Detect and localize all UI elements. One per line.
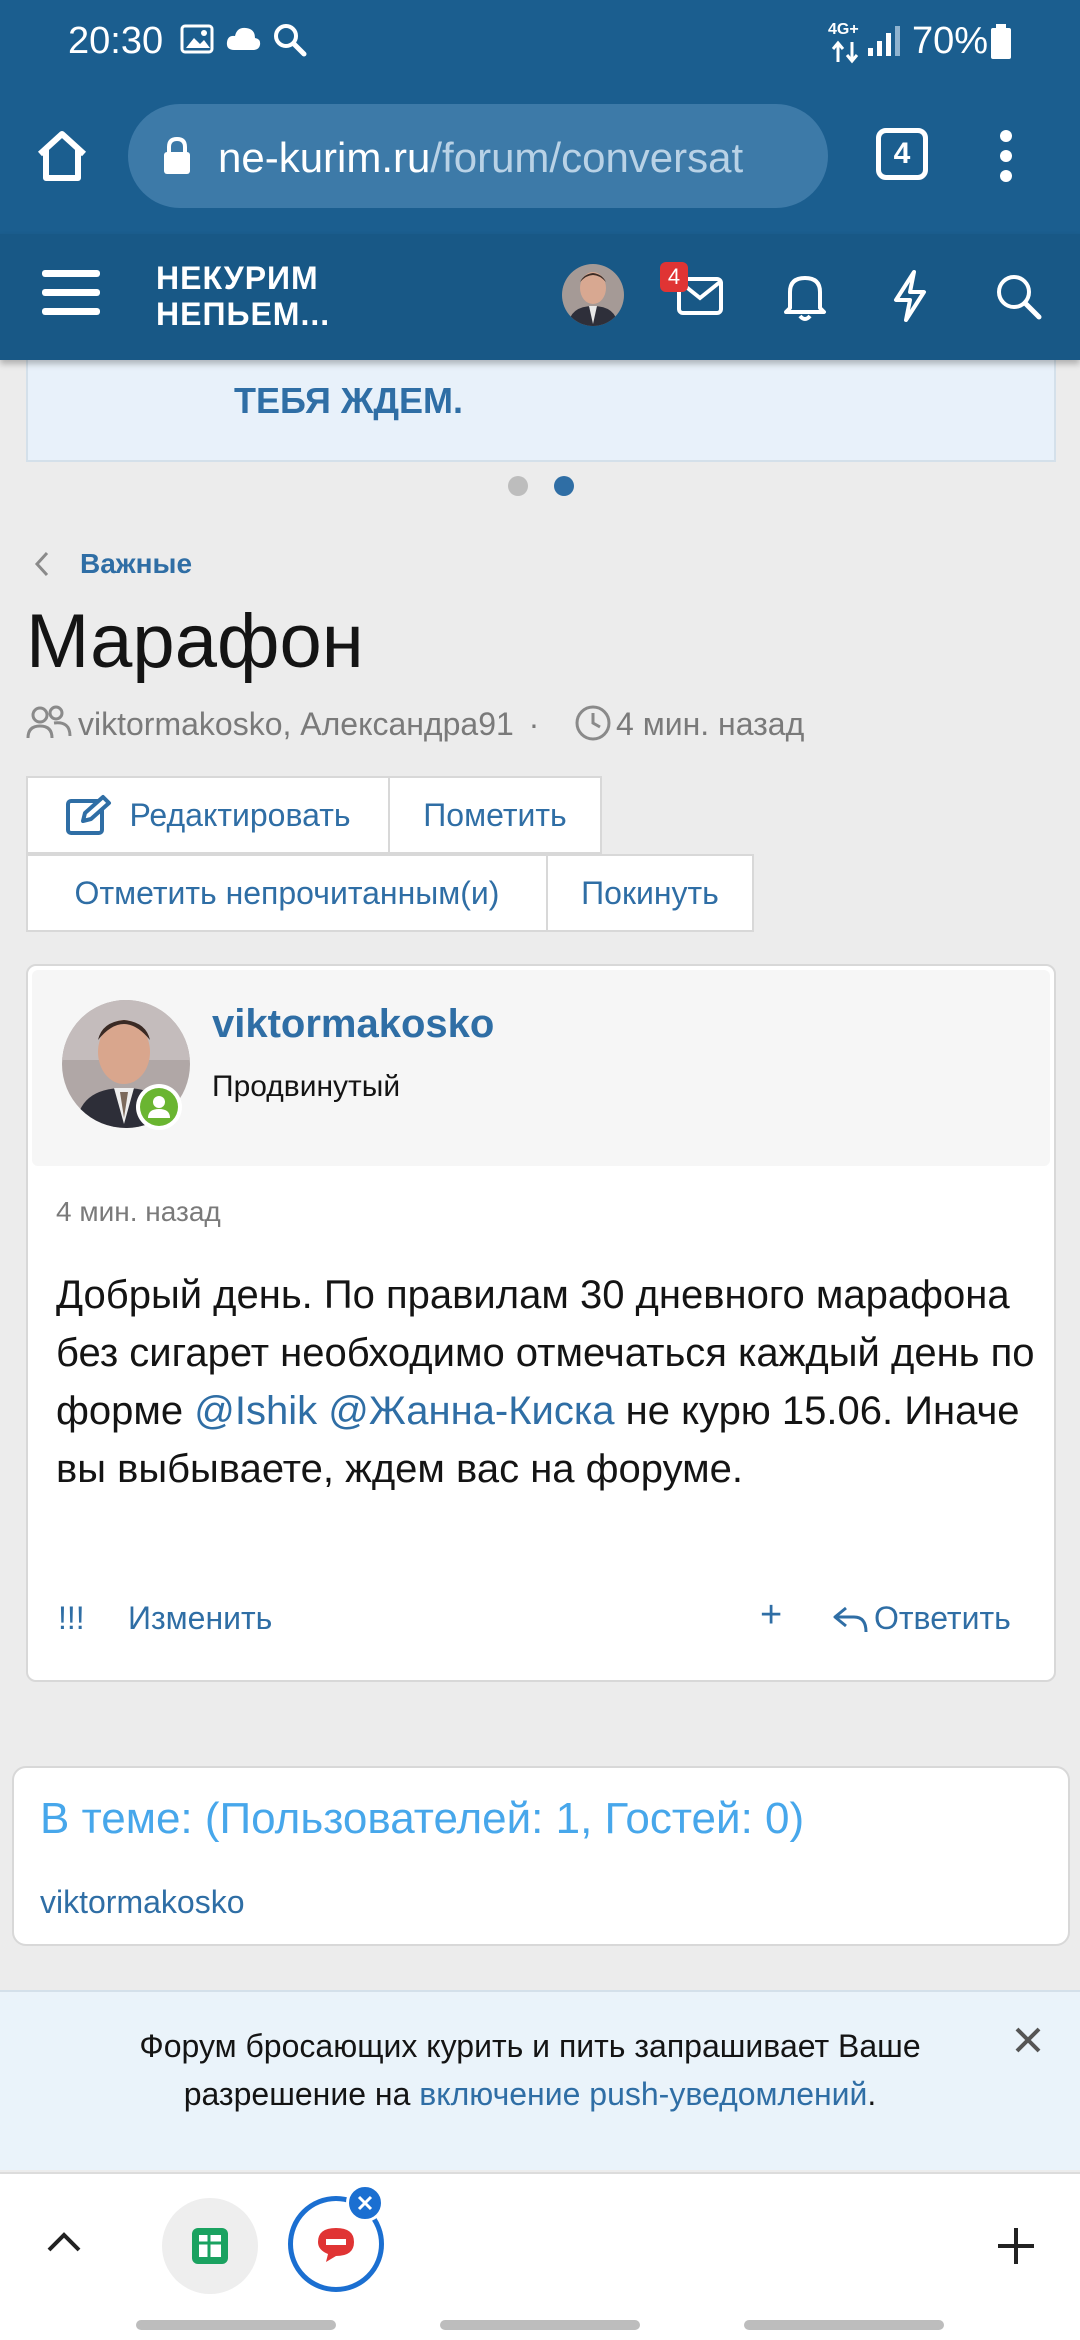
mention-zhanna[interactable]: @Жанна-Киска [328,1389,614,1433]
edit-label: Редактировать [129,796,351,833]
cloud-icon [224,22,262,56]
push-notice-text: Форум бросающих курить и пить запрашивае… [60,2022,1000,2118]
tab-sheets[interactable] [162,2198,258,2294]
author-name[interactable]: viktormakosko [212,1002,494,1047]
in-thread-user[interactable]: viktormakosko [40,1884,245,1921]
users-in-thread: В теме: (Пользователей: 1, Гостей: 0) vi… [12,1766,1070,1946]
more-options-icon[interactable] [996,128,1016,184]
reply-icon [832,1604,868,1634]
page-title: Марафон [26,599,364,684]
multiquote-button[interactable]: + [760,1594,782,1637]
push-notice: Форум бросающих курить и пить запрашивае… [0,1990,1080,2170]
edit-icon [65,794,113,836]
post-time[interactable]: 4 мин. назад [56,1196,221,1228]
new-tab-icon[interactable] [996,2226,1036,2266]
reply-button[interactable]: Ответить [832,1600,1011,1637]
carousel-dot-2[interactable] [554,476,574,496]
mark-unread-label: Отметить непрочитанным(и) [74,874,500,911]
post-message: Добрый день. По правилам 30 дневного мар… [56,1266,1046,1498]
message-post: viktormakosko Продвинутый 4 мин. назад Д… [26,964,1056,1682]
gesture-bar-left [136,2320,336,2330]
status-bar: 20:30 4G+ 70% [0,0,1080,84]
user-avatar[interactable] [562,264,624,326]
bell-icon[interactable] [782,270,828,322]
mark-label: Пометить [423,796,567,833]
data-arrows-icon [830,40,860,64]
logo-line2: НЕПЬЕМ... [156,296,331,332]
tab-count: 4 [893,137,911,170]
battery-icon [990,24,1012,60]
status-time: 20:30 [68,20,164,62]
url-domain: ne-kurim.ru [218,134,431,181]
menu-icon[interactable] [42,268,100,318]
mention-ishik[interactable]: @Ishik [194,1389,317,1433]
url-path: /forum/conversat [430,134,744,181]
close-icon[interactable] [1014,2026,1042,2054]
battery-percent: 70% [912,20,989,62]
signal-icon [866,24,902,58]
whats-new-icon[interactable] [888,268,932,324]
search-status-icon [272,22,308,58]
conversation-time: 4 мин. назад [616,706,805,742]
chevron-up-icon[interactable] [44,2228,84,2256]
mark-button[interactable]: Пометить [388,776,602,854]
close-tab-icon [357,2195,373,2211]
leave-button[interactable]: Покинуть [546,854,754,932]
mark-unread-button[interactable]: Отметить непрочитанным(и) [26,854,548,932]
sheets-icon [190,2226,230,2266]
meta-separator: · [528,706,540,742]
clock-icon [574,704,612,742]
browser-toolbar: ne-kurim.ru/forum/conversat 4 [0,84,1080,234]
gallery-icon [180,22,214,56]
lock-icon [162,136,192,176]
close-tab-button[interactable] [346,2184,384,2222]
chevron-left-icon[interactable] [32,550,52,578]
participants: viktormakosko, Александра91 [78,706,514,742]
network-type: 4G+ [828,21,859,38]
gesture-bar-center [440,2320,640,2330]
carousel-dot-1[interactable] [508,476,528,496]
participants-icon [26,704,72,742]
online-indicator [136,1084,182,1130]
browser-bottom-bar [0,2172,1080,2340]
logo-line1: НЕКУРИМ [156,260,319,296]
in-thread-heading: В теме: (Пользователей: 1, Гостей: 0) [40,1794,805,1843]
forum-tab-icon [314,2224,358,2264]
forum-header: НЕКУРИМ НЕПЬЕМ... 4 [0,234,1080,360]
post-edit-button[interactable]: Изменить [128,1600,272,1637]
url-text: ne-kurim.ru/forum/conversat [218,134,743,182]
gesture-bar-right [744,2320,944,2330]
push-text-end: . [867,2076,877,2112]
post-user-block: viktormakosko Продвинутый [32,970,1050,1166]
tab-switcher-button[interactable]: 4 [876,128,928,180]
home-icon[interactable] [32,126,92,186]
conversation-meta: viktormakosko, Александра91 · [78,706,545,743]
breadcrumb[interactable]: Важные [80,548,192,580]
push-enable-link[interactable]: включение push-уведомлений [419,2076,867,2112]
banner-text: ТЕБЯ ЖДЕМ. [234,380,464,421]
forum-logo[interactable]: НЕКУРИМ НЕПЬЕМ... [156,260,330,332]
search-icon[interactable] [994,272,1042,320]
leave-label: Покинуть [581,874,719,911]
author-rank: Продвинутый [212,1070,401,1103]
inbox-badge: 4 [660,262,688,292]
reply-label: Ответить [874,1600,1011,1636]
report-button[interactable]: !!! [58,1600,85,1637]
edit-button[interactable]: Редактировать [26,776,390,854]
url-bar[interactable]: ne-kurim.ru/forum/conversat [128,104,828,208]
